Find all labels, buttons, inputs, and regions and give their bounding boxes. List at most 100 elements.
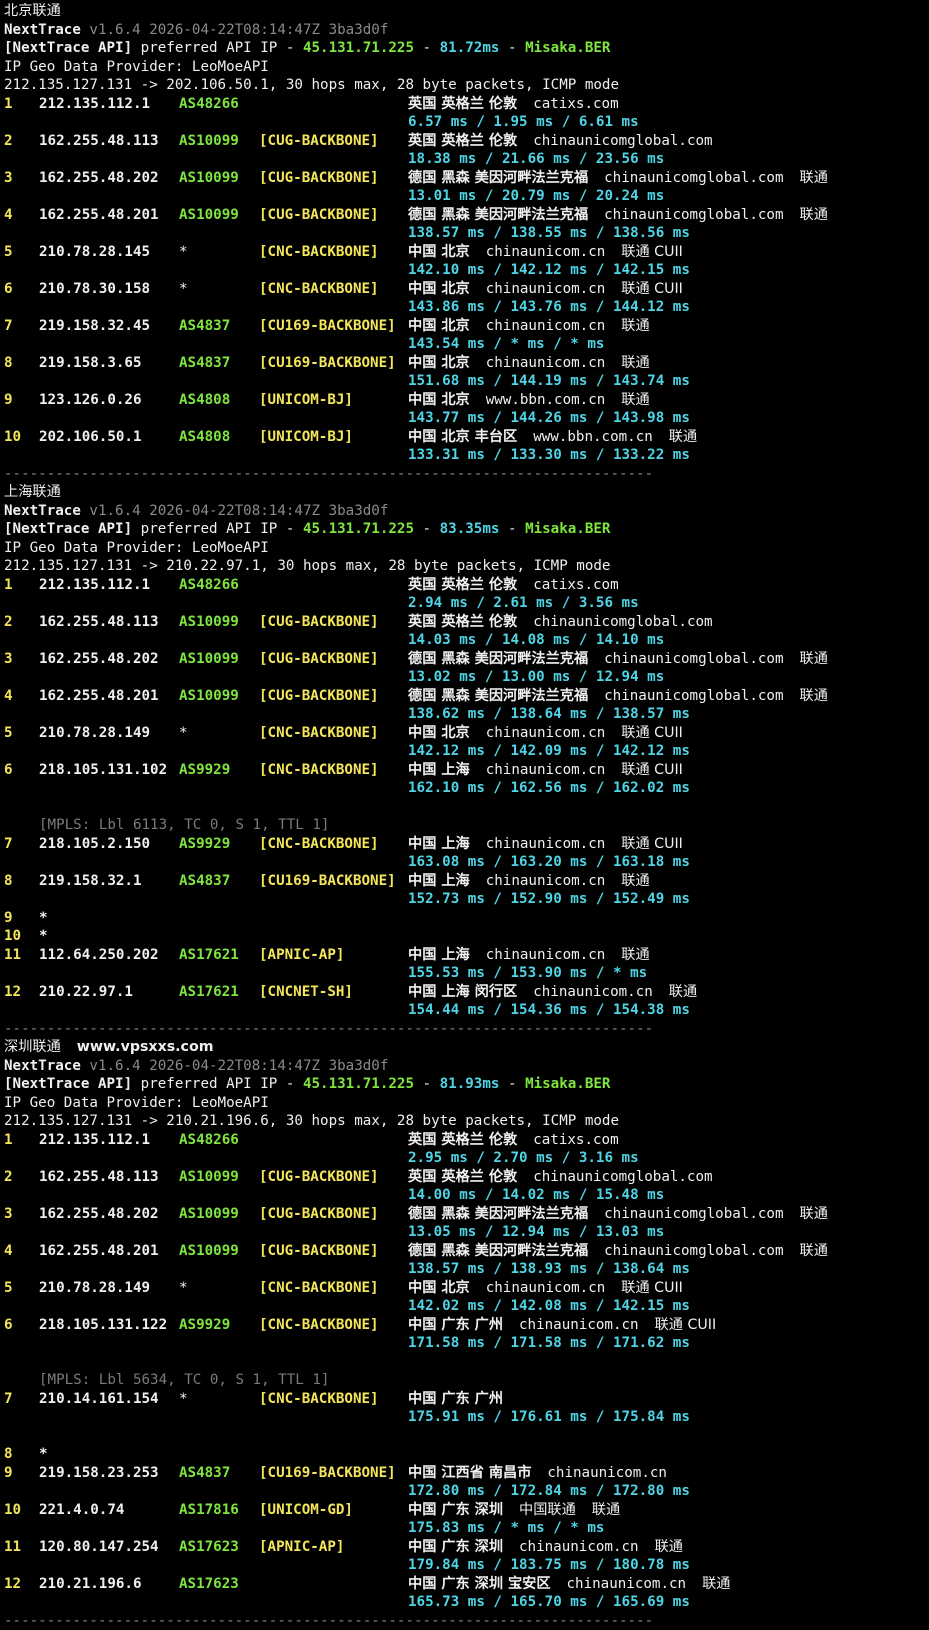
hop-rtt: 133.31 ms / 133.30 ms / 133.22 ms (408, 447, 690, 463)
api-dash: - (414, 1076, 440, 1092)
section-separator: ----------------------------------------… (4, 465, 653, 483)
api-node: Misaka.BER (525, 521, 611, 537)
hop-hostname: chinaunicomglobal.com (604, 1242, 784, 1259)
hop-number: 6 (4, 761, 13, 778)
hop-number: 2 (4, 132, 13, 149)
hop-backbone-tag: [CUG-BACKBONE] (259, 206, 379, 223)
hop-rtt: 175.91 ms / 176.61 ms / 175.84 ms (408, 1409, 690, 1425)
api-line: [NextTrace API] preferred API IP - 45.13… (4, 1075, 610, 1093)
hop-backbone-tag: [UNICOM-BJ] (259, 428, 353, 445)
hop-asn: AS17816 (179, 1501, 239, 1518)
hop-rtt: 2.94 ms / 2.61 ms / 3.56 ms (408, 595, 639, 611)
hop-hostname: 中国联通 (519, 1501, 576, 1518)
hop-backbone-tag: [CNC-BACKBONE] (259, 761, 379, 778)
hop-asn: * (179, 243, 188, 260)
hop-number: 12 (4, 983, 22, 1000)
hop-rtt: 151.68 ms / 144.19 ms / 143.74 ms (408, 373, 690, 389)
hop-details: 英国 英格兰 伦敦catixs.com (408, 95, 618, 113)
api-latency: 81.72ms (439, 40, 500, 56)
api-node: Misaka.BER (525, 40, 611, 56)
hop-number: 6 (4, 280, 13, 297)
api-dash: - (414, 521, 440, 537)
hop-timeout: * (39, 909, 48, 926)
api-line: [NextTrace API] preferred API IP - 45.13… (4, 520, 610, 538)
hop-details: 中国 广东 深圳 宝安区chinaunicom.cn联通 (408, 1575, 731, 1593)
hop-details: 中国 上海 闵行区chinaunicom.cn联通 (408, 983, 697, 1001)
hop-ip: 162.255.48.201 (39, 1242, 159, 1259)
hop-details: 英国 英格兰 伦敦chinaunicomglobal.com (408, 132, 712, 150)
hop-isp: 联通 CUII (621, 835, 683, 852)
hop-hostname: chinaunicom.cn (485, 280, 606, 297)
hop-isp: 联通 CUII (621, 761, 683, 778)
hop-details: 德国 黑森 美因河畔法兰克福chinaunicomglobal.com联通 (408, 1242, 828, 1260)
hop-number: 1 (4, 95, 13, 112)
hop-backbone-tag: [CUG-BACKBONE] (259, 1168, 379, 1185)
api-dash: - (499, 521, 526, 537)
hop-asn: AS10099 (179, 613, 239, 630)
hop-details: 英国 英格兰 伦敦chinaunicomglobal.com (408, 1168, 712, 1186)
nexttrace-banner: NextTrace v1.6.4 2026-04-22T08:14:47Z 3b… (4, 1057, 388, 1075)
hop-rtt: 163.08 ms / 163.20 ms / 163.18 ms (408, 854, 690, 870)
hop-details: 中国 北京 丰台区www.bbn.com.cn联通 (408, 428, 697, 446)
hop-details: 德国 黑森 美因河畔法兰克福chinaunicomglobal.com联通 (408, 169, 828, 187)
api-text: preferred API IP - (140, 40, 303, 56)
hop-rtt: 13.02 ms / 13.00 ms / 12.94 ms (408, 669, 665, 685)
hop-isp: 联通 (799, 687, 828, 704)
hop-number: 3 (4, 169, 13, 186)
hop-details: 中国 北京chinaunicom.cn联通 CUII (408, 1279, 683, 1297)
hop-details: 英国 英格兰 伦敦catixs.com (408, 1131, 619, 1149)
hop-hostname: chinaunicom.cn (485, 354, 606, 371)
hop-hostname: chinaunicom.cn (485, 724, 606, 741)
hop-ip: 162.255.48.113 (39, 613, 159, 630)
hop-asn: AS10099 (179, 1168, 239, 1185)
hop-number: 1 (4, 1131, 13, 1148)
api-text: preferred API IP - (140, 1076, 303, 1092)
hop-number: 10 (4, 1501, 22, 1518)
separator-text: ----------------------------------------… (4, 1612, 654, 1629)
section-separator: ----------------------------------------… (4, 1612, 653, 1630)
hop-asn: AS4837 (179, 872, 231, 889)
hop-hostname: catixs.com (533, 1131, 619, 1148)
hop-isp: 联通 CUII (621, 243, 683, 260)
hop-ip: 218.105.131.102 (39, 761, 168, 778)
hop-isp: 联通 CUII (621, 280, 683, 297)
hop-number: 1 (4, 576, 13, 593)
hop-ip: 221.4.0.74 (39, 1501, 125, 1518)
hop-hostname: chinaunicomglobal.com (604, 169, 784, 186)
hop-hostname: chinaunicom.cn (485, 317, 606, 334)
hop-asn: AS4808 (179, 428, 231, 445)
hop-details: 中国 广东 广州 (408, 1390, 503, 1408)
api-line: [NextTrace API] preferred API IP - 45.13… (4, 39, 610, 57)
hop-rtt: 155.53 ms / 153.90 ms / * ms (408, 965, 648, 981)
section-title-text: 上海联通 (4, 484, 61, 500)
hop-details: 中国 北京www.bbn.com.cn联通 (408, 391, 650, 409)
hop-hostname: chinaunicomglobal.com (604, 1205, 784, 1222)
hop-asn: AS10099 (179, 206, 239, 223)
hop-number: 8 (4, 354, 13, 371)
hop-asn: AS17623 (179, 1575, 239, 1592)
hop-backbone-tag: [CUG-BACKBONE] (259, 132, 379, 149)
hop-ip: 112.64.250.202 (39, 946, 159, 963)
hop-isp: 联通 CUII (621, 724, 683, 741)
hop-rtt: 18.38 ms / 21.66 ms / 23.56 ms (408, 151, 665, 167)
hop-ip: 162.255.48.113 (39, 1168, 159, 1185)
hop-ip: 162.255.48.113 (39, 132, 159, 149)
hop-rtt: 142.02 ms / 142.08 ms / 142.15 ms (408, 1298, 690, 1314)
api-ip: 45.131.71.225 (302, 1076, 415, 1092)
hop-backbone-tag: [CNC-BACKBONE] (259, 1390, 379, 1407)
hop-ip: 212.135.112.1 (39, 95, 151, 112)
section-title: 深圳联通 www.vpsxxs.com (4, 1038, 214, 1056)
hop-rtt: 138.57 ms / 138.93 ms / 138.64 ms (408, 1261, 690, 1277)
hop-backbone-tag: [CU169-BACKBONE] (259, 872, 396, 889)
hop-hostname: chinaunicom.cn (566, 1575, 687, 1592)
hop-hostname: chinaunicom.cn (485, 1279, 606, 1296)
hop-number: 7 (4, 835, 13, 852)
hop-backbone-tag: [CNC-BACKBONE] (259, 243, 379, 260)
hop-ip: 210.22.97.1 (39, 983, 133, 1000)
hop-ip: 212.135.112.1 (39, 1131, 151, 1148)
section-title-text: 深圳联通 (4, 1039, 61, 1055)
hop-asn: AS9929 (179, 761, 231, 778)
app-version: v1.6.4 2026-04-22T08:14:47Z 3ba3d0f (89, 21, 389, 38)
app-version: v1.6.4 2026-04-22T08:14:47Z 3ba3d0f (89, 502, 389, 519)
hop-rtt: 13.01 ms / 20.79 ms / 20.24 ms (408, 188, 665, 204)
